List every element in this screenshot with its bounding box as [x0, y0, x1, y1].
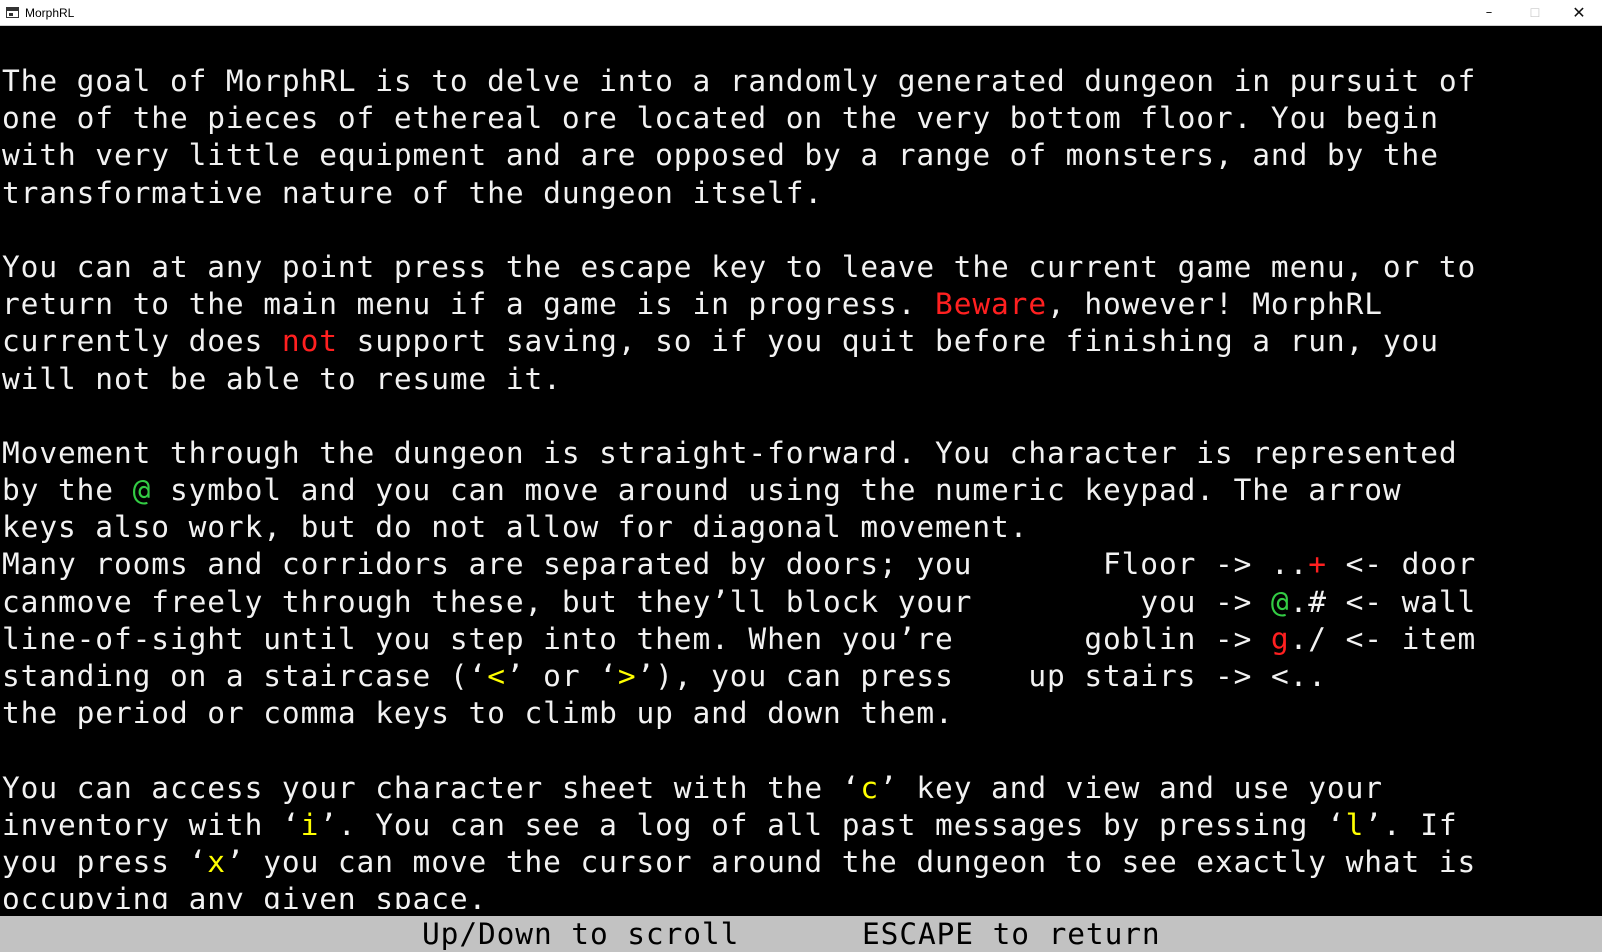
movement-text: symbol and you can move around using the…	[151, 473, 1402, 508]
intro-line: one of the pieces of ethereal ore locate…	[2, 101, 1439, 136]
escape-line: return to the main menu if a game is in …	[2, 286, 1600, 323]
key-log: l	[1345, 807, 1365, 842]
close-icon[interactable]: ✕	[1556, 0, 1602, 26]
window-title: MorphRL	[25, 6, 75, 20]
legend-goblin-label: goblin ->	[1084, 621, 1271, 656]
intro-line: with very little equipment and are oppos…	[2, 138, 1439, 173]
escape-line: currently does not support saving, so if…	[2, 323, 1600, 360]
item-tile: /	[1308, 621, 1327, 656]
legend-wall-label: <- wall	[1326, 584, 1477, 619]
console-icon	[6, 7, 19, 18]
player-tile: @	[1270, 584, 1290, 619]
not-warning: not	[281, 324, 338, 359]
escape-line: You can at any point press the escape ke…	[2, 249, 1477, 284]
misc-text: ’. If	[1364, 807, 1458, 842]
floor-tile: .	[1289, 621, 1309, 656]
doors-line: Many rooms and corridors are separated b…	[2, 546, 1600, 583]
escape-text: currently does	[2, 324, 282, 359]
misc-text: ’ you can move the cursor around the dun…	[225, 844, 1477, 879]
title-bar: MorphRL – ☐ ✕	[0, 0, 1602, 26]
goblin-tile: g	[1270, 621, 1290, 656]
doors-text: ’ or ‘	[505, 659, 618, 693]
doors-line: line-of-sight until you step into them. …	[2, 621, 1600, 658]
floor-tile: ..	[1270, 547, 1309, 582]
player-symbol: @	[132, 473, 152, 508]
door-tile: +	[1308, 547, 1327, 582]
minimize-icon[interactable]: –	[1466, 0, 1512, 26]
wall-tile: #	[1308, 584, 1327, 619]
maximize-icon: ☐	[1529, 6, 1541, 20]
beware-warning: Beware	[935, 287, 1047, 322]
misc-text: you press ‘	[2, 844, 208, 879]
key-character-sheet: c	[860, 770, 880, 805]
key-look: x	[207, 844, 226, 879]
movement-line: Movement through the dungeon is straight…	[2, 435, 1458, 470]
movement-text: by the	[2, 473, 133, 508]
doors-text: ’), you can press	[636, 659, 1029, 693]
status-bar: Up/Down to scroll ESCAPE to return	[0, 916, 1602, 952]
doors-text: standing on a staircase (‘	[2, 659, 488, 693]
stairs-tile: <..	[1270, 659, 1327, 693]
movement-line: keys also work, but do not allow for dia…	[2, 510, 1029, 545]
legend-you-label: you ->	[1140, 584, 1271, 619]
legend-door-label: <- door	[1326, 547, 1477, 582]
doors-line: the period or comma keys to climb up and…	[2, 696, 954, 731]
escape-text: support saving, so if you quit before fi…	[337, 324, 1439, 359]
misc-text: You can access your character sheet with…	[2, 770, 861, 805]
misc-line: occupying any given space.	[2, 882, 488, 909]
doors-text: line-of-sight until you step into them. …	[2, 621, 1085, 656]
doors-text: canmove freely through these, but they’l…	[2, 584, 1141, 619]
key-down-stairs: >	[617, 659, 637, 693]
misc-text: inventory with ‘	[2, 807, 301, 842]
scroll-hint: Up/Down to scroll	[422, 917, 740, 951]
misc-text: ’ key and view and use your	[879, 770, 1383, 805]
legend-floor-label: Floor ->	[1102, 547, 1271, 582]
escape-line: will not be able to resume it.	[2, 361, 562, 396]
misc-line: you press ‘x’ you can move the cursor ar…	[2, 844, 1600, 881]
key-inventory: i	[300, 807, 320, 842]
intro-line: The goal of MorphRL is to delve into a r…	[2, 64, 1477, 98]
key-up-stairs: <	[487, 659, 506, 693]
escape-text: , however! MorphRL	[1047, 287, 1383, 322]
misc-line: You can access your character sheet with…	[2, 770, 1600, 807]
escape-hint: ESCAPE to return	[862, 917, 1161, 951]
legend-item-label: <- item	[1326, 621, 1477, 656]
help-screen: The goal of MorphRL is to delve into a r…	[2, 63, 1600, 909]
movement-line: by the @ symbol and you can move around …	[2, 472, 1600, 509]
doors-line: standing on a staircase (‘<’ or ‘>’), yo…	[2, 658, 1600, 695]
escape-text: return to the main menu if a game is in …	[2, 287, 936, 322]
doors-line: canmove freely through these, but they’l…	[2, 584, 1600, 621]
floor-tile: .	[1289, 584, 1309, 619]
misc-line: inventory with ‘i’. You can see a log of…	[2, 807, 1600, 844]
intro-line: transformative nature of the dungeon its…	[2, 175, 824, 210]
doors-text: Many rooms and corridors are separated b…	[2, 547, 1103, 582]
misc-text: ’. You can see a log of all past message…	[319, 807, 1346, 842]
legend-stairs-label: up stairs ->	[1028, 659, 1271, 693]
